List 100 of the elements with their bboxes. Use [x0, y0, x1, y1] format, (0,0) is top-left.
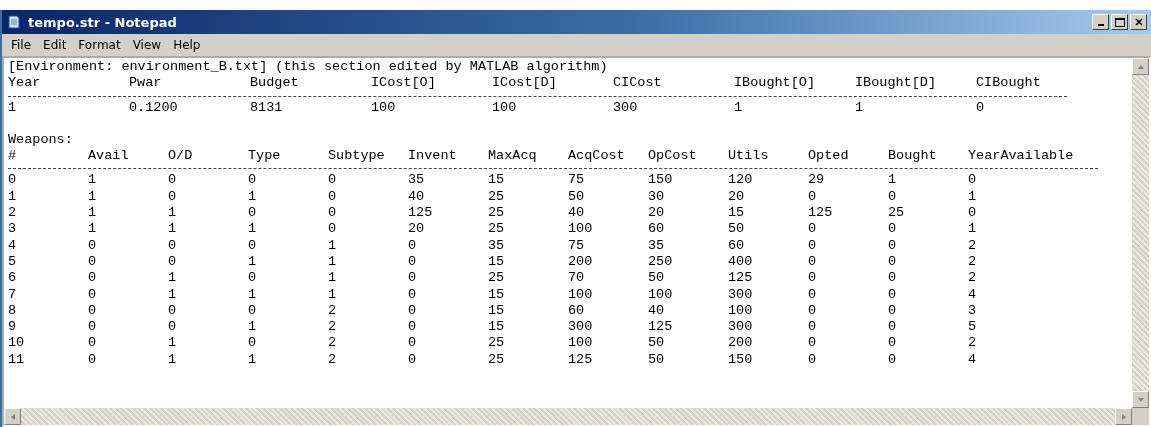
table-cell-text: 0 — [88, 319, 98, 336]
table-cell-text: 1 — [855, 99, 865, 116]
scroll-down-button[interactable] — [1132, 391, 1149, 408]
table-cell-text: 9 — [8, 319, 18, 336]
table-cell-text: 2 — [328, 351, 338, 369]
table-cell-text: 1 — [88, 172, 98, 189]
table-cell-text: 1 — [248, 253, 258, 271]
vertical-scrollbar[interactable] — [1132, 58, 1149, 408]
table-cell-text: 8131 — [250, 99, 284, 116]
table-cell-text: 0 — [808, 221, 818, 238]
table-cell-text: 0 — [888, 221, 898, 238]
table-cell-text: 250 — [648, 253, 674, 271]
table-cell-text: 0 — [408, 335, 418, 352]
maximize-button[interactable] — [1111, 14, 1128, 30]
table-cell-text: 15 — [488, 319, 506, 336]
table-cell-text: 0 — [808, 335, 818, 352]
table-cell-text: 1 — [168, 205, 178, 222]
table-cell: 1 — [968, 188, 977, 206]
table-cell-text: 60 — [728, 237, 746, 254]
table-cell-text: 0 — [168, 319, 178, 336]
table-cell-text: 3 — [8, 221, 18, 238]
column-header: CIBought — [976, 75, 1041, 92]
scroll-right-button[interactable] — [1115, 408, 1132, 425]
table-cell-text: 0 — [888, 188, 898, 206]
scroll-left-button[interactable] — [4, 408, 21, 425]
table-cell-text: 25 — [488, 351, 506, 369]
column-header: Bought — [888, 148, 938, 165]
table-cell-text: 0 — [88, 302, 98, 320]
menu-item[interactable]: Edit — [38, 36, 72, 54]
table-cell-text: 300 — [728, 319, 754, 336]
column-header: O/D — [168, 148, 194, 165]
table-cell: 4 — [968, 286, 977, 303]
table-cell-text: 15 — [488, 286, 506, 303]
table-cell-text: 15 — [488, 172, 506, 189]
column-header: Avail — [88, 148, 130, 165]
horizontal-scrollbar[interactable] — [4, 408, 1132, 425]
table-cell-text: 300 — [568, 319, 594, 336]
table-cell-text: 0 — [808, 237, 818, 254]
table-cell-text: 11 — [8, 351, 26, 369]
close-button[interactable] — [1130, 14, 1147, 30]
table-cell-text: 50 — [648, 351, 666, 369]
menu-item[interactable]: Help — [168, 36, 206, 54]
table-cell-text: 0 — [88, 286, 98, 303]
table-cell-text: 1 — [248, 221, 258, 238]
column-header: OpCost — [648, 148, 698, 165]
table-cell-text: 0 — [248, 237, 258, 254]
column-header: ICost[D] — [492, 75, 558, 92]
table-cell-text: 1 — [88, 205, 98, 222]
table-cell-text: 15 — [488, 302, 506, 320]
table-cell-text: 150 — [728, 351, 754, 369]
resize-grip[interactable] — [1132, 408, 1149, 425]
notepad-icon — [6, 14, 22, 30]
column-header: Pwar — [129, 75, 163, 92]
column-header: Type — [248, 148, 282, 165]
table-cell-text: 20 — [648, 205, 666, 222]
table-cell-text: 1 — [734, 99, 744, 116]
table-cell-text: 0 — [248, 335, 258, 352]
table-cell-text: 125 — [808, 205, 834, 222]
menu-item[interactable]: View — [127, 36, 167, 54]
table-cell-text: 0 — [888, 319, 898, 336]
scroll-up-button[interactable] — [1132, 58, 1149, 75]
column-header: IBought[O] — [734, 75, 816, 92]
table-cell-text: 1 — [248, 188, 258, 206]
table-cell-text: 1 — [88, 188, 98, 206]
menu-item[interactable]: File — [6, 36, 37, 54]
table-cell-text: 70 — [568, 270, 586, 287]
table-cell-text: 0 — [888, 237, 898, 254]
table-cell-text: 2 — [328, 302, 338, 320]
table-cell-text: 50 — [648, 335, 666, 352]
table-cell-text: 0 — [88, 237, 98, 254]
table-cell-text: 35 — [648, 237, 666, 254]
table-cell-text: 2 — [8, 205, 18, 222]
column-header: YearAvailable — [968, 148, 1074, 165]
column-header: Subtype — [328, 148, 386, 165]
table-cell-text: 40 — [568, 205, 586, 222]
table-cell-text: 0 — [808, 188, 818, 206]
table-cell-text: 100 — [371, 99, 397, 116]
table-cell-text: 0 — [808, 270, 818, 287]
table-cell-text: 0 — [888, 286, 898, 303]
table-cell-text: 50 — [648, 270, 666, 287]
table-cell-text: 1 — [328, 286, 338, 303]
column-header: IBought[D] — [855, 75, 937, 92]
column-header: Budget — [250, 75, 300, 92]
table-cell-text: 25 — [888, 205, 906, 222]
minimize-button[interactable] — [1092, 14, 1109, 30]
table-cell-text: 0 — [88, 253, 98, 271]
table-cell-text: 15 — [488, 253, 506, 271]
column-header: AcqCost — [568, 148, 626, 165]
table-cell-text: 1 — [888, 172, 898, 189]
table-cell-text: 25 — [488, 270, 506, 287]
table-cell-text: 0 — [248, 270, 258, 287]
table-cell-text: 0 — [408, 253, 418, 271]
table-cell-text: 125 — [408, 205, 434, 222]
table-cell-text: 100 — [568, 335, 594, 352]
menu-item[interactable]: Format — [73, 36, 126, 54]
table-cell-text: 1 — [248, 319, 258, 336]
table-cell: 0 — [976, 99, 985, 116]
table-cell-text: 2 — [328, 319, 338, 336]
table-cell-text: 0 — [168, 172, 178, 189]
window-title: tempo.str - Notepad — [28, 14, 178, 30]
